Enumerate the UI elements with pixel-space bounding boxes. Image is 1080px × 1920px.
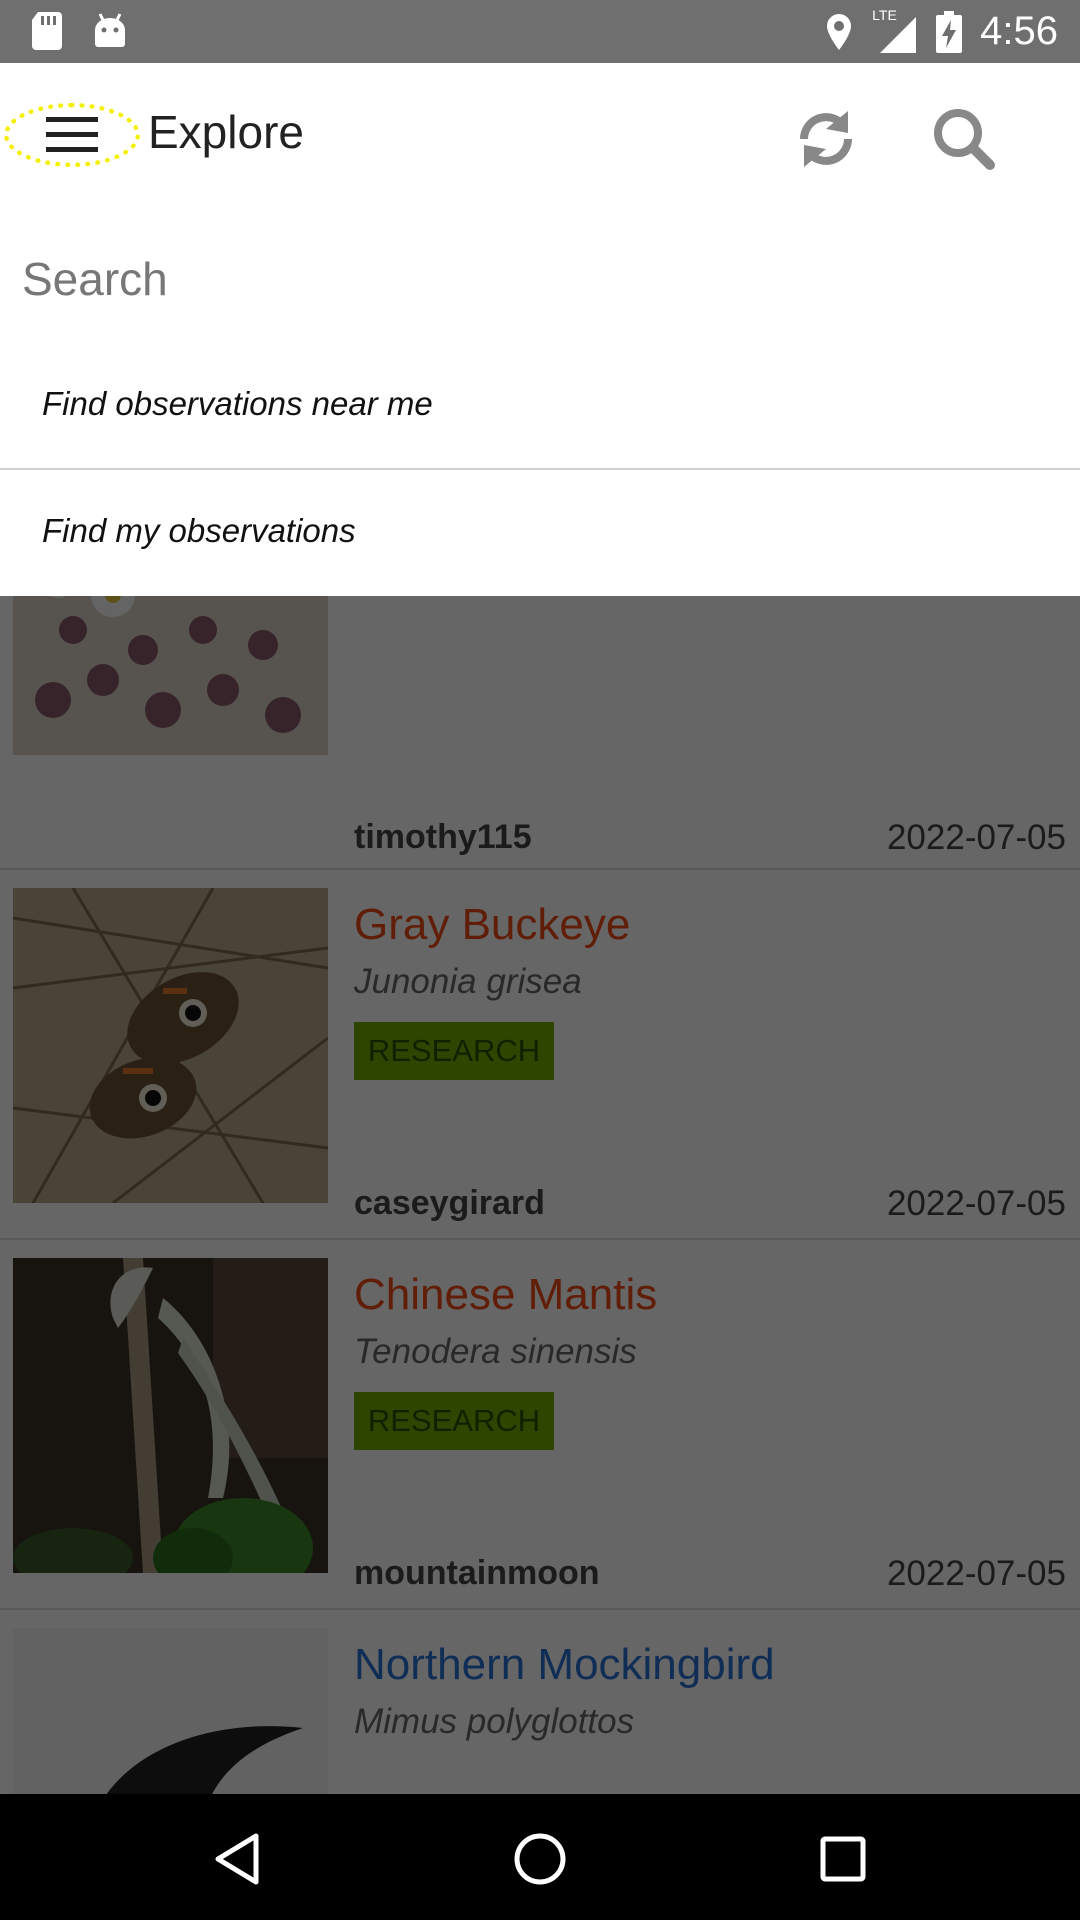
observation-date: 2022-07-05 [886,818,1066,857]
battery-charging-icon [936,10,963,53]
hamburger-icon [46,117,98,152]
common-name: Chinese Mantis [354,1270,658,1319]
observation-date: 2022-07-05 [886,1184,1066,1223]
observation-row[interactable]: Northern Mockingbird Mimus polyglottos [0,1610,1080,1794]
system-nav-bar [0,1794,1080,1920]
common-name: Northern Mockingbird [354,1640,775,1689]
location-icon [827,13,852,50]
search-icon [934,109,995,170]
observer-username: caseygirard [354,1184,545,1222]
observation-photo [13,596,328,755]
observation-list: timothy115 2022-07-05 Gray Buckeye Junon… [0,596,1080,1794]
notification-icons [30,10,128,50]
observation-row[interactable]: Gray Buckeye Junonia grisea RESEARCH cas… [0,870,1080,1240]
observation-photo [13,888,328,1203]
lte-signal-icon: LTE [872,7,918,55]
android-icon [95,13,125,47]
observation-row[interactable]: timothy115 2022-07-05 [0,596,1080,870]
suggestion-label: Find observations near me [42,385,433,422]
observation-photo [13,1258,328,1573]
nav-home-button[interactable] [505,1824,575,1894]
scientific-name: Tenodera sinensis [354,1332,637,1371]
suggestion-my-observations[interactable]: Find my observations [0,470,1080,596]
search-input[interactable] [20,243,1064,315]
home-circle-icon [514,1833,566,1885]
search-button[interactable] [928,103,1000,175]
suggestion-near-me[interactable]: Find observations near me [0,343,1080,470]
refresh-icon [800,111,852,167]
nav-recents-button[interactable] [808,1824,878,1894]
research-grade-badge: RESEARCH [354,1392,554,1450]
search-box [0,213,1080,343]
scientific-name: Junonia grisea [354,962,582,1001]
scientific-name: Mimus polyglottos [354,1702,635,1741]
sd-card-icon [32,12,62,50]
back-triangle-icon [215,1833,259,1885]
status-bar: LTE 4:56 [0,0,1080,63]
research-grade-badge: RESEARCH [354,1022,554,1080]
observer-username: mountainmoon [354,1554,600,1592]
clock: 4:56 [980,9,1058,53]
nav-back-button[interactable] [202,1824,272,1894]
observer-username: timothy115 [354,818,532,856]
status-indicators: LTE 4:56 [824,0,1058,63]
recents-square-icon [820,1836,866,1882]
app-toolbar: Explore [0,63,1080,213]
page-title: Explore [148,106,304,158]
observation-date: 2022-07-05 [886,1554,1066,1593]
suggestion-label: Find my observations [42,512,356,549]
menu-button[interactable] [4,103,140,167]
observation-row[interactable]: Chinese Mantis Tenodera sinensis RESEARC… [0,1240,1080,1610]
observation-photo [13,1628,328,1794]
common-name: Gray Buckeye [354,900,631,949]
refresh-button[interactable] [790,103,862,175]
